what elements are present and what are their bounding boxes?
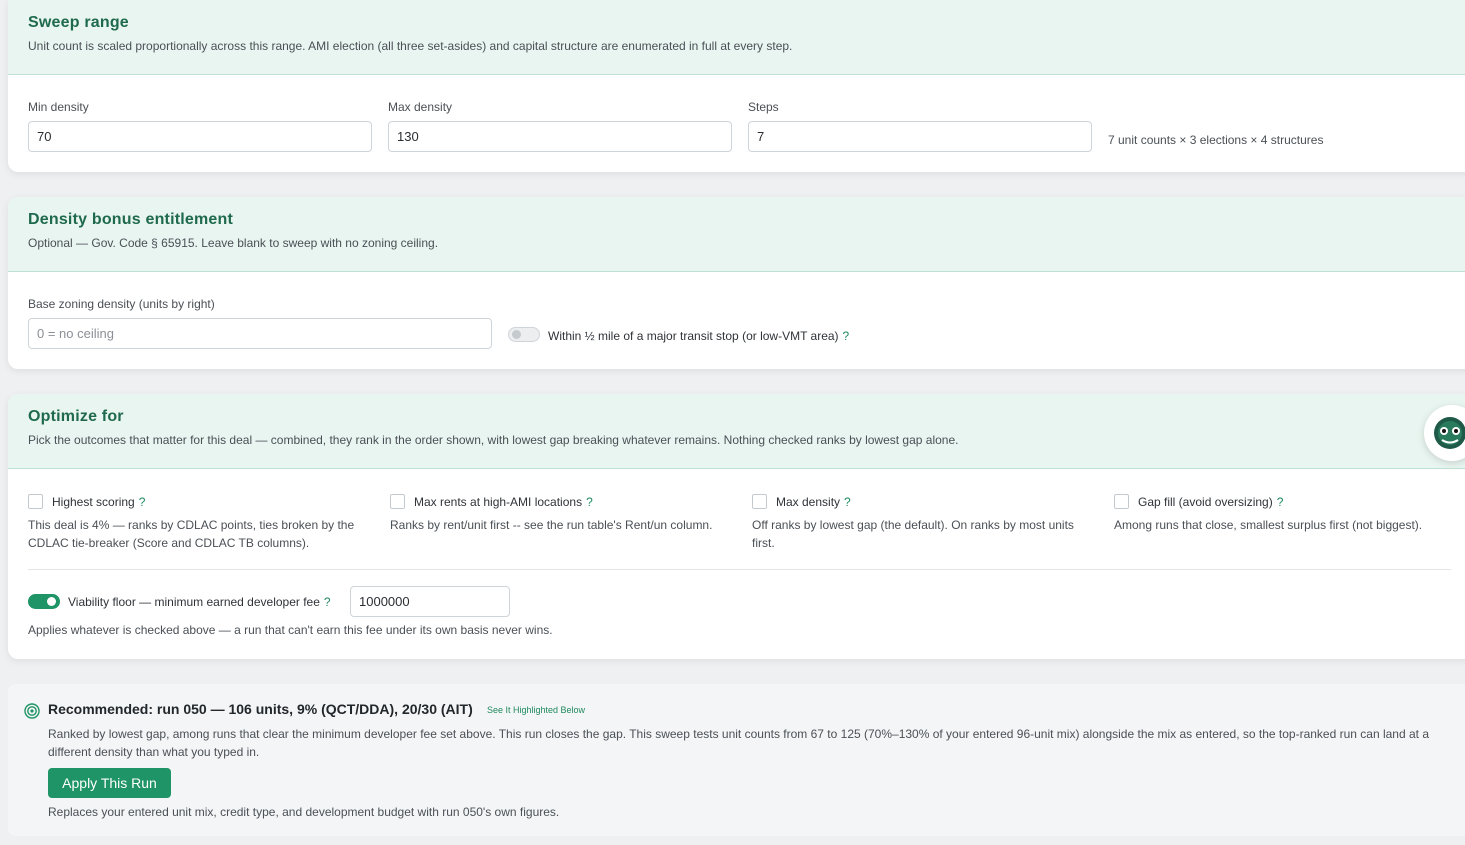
- gap-fill-desc: Among runs that close, smallest surplus …: [1114, 518, 1423, 532]
- viability-floor-toggle[interactable]: [28, 594, 60, 609]
- min-density-label: Min density: [28, 100, 89, 114]
- max-rents-label: Max rents at high-AMI locations?: [414, 495, 593, 509]
- sweep-summary: 7 unit counts × 3 elections × 4 structur…: [1108, 133, 1324, 147]
- viability-floor-note: Applies whatever is checked above — a ru…: [28, 623, 553, 637]
- density-bonus-title: Density bonus entitlement: [28, 211, 234, 228]
- optimize-header: Optimize for Pick the outcomes that matt…: [8, 394, 1465, 469]
- optimize-card: Optimize for Pick the outcomes that matt…: [8, 394, 1465, 659]
- highest-scoring-checkbox[interactable]: [28, 494, 43, 509]
- transit-label-text: Within ½ mile of a major transit stop (o…: [548, 329, 839, 343]
- viability-floor-label: Viability floor — minimum earned develop…: [68, 595, 331, 609]
- help-icon[interactable]: ?: [324, 595, 331, 609]
- recommendation-panel: Recommended: run 050 — 106 units, 9% (QC…: [8, 684, 1465, 836]
- sweep-range-card: Sweep range Unit count is scaled proport…: [8, 0, 1465, 172]
- recommendation-title: Recommended: run 050 — 106 units, 9% (QC…: [48, 701, 473, 717]
- min-density-input[interactable]: [28, 121, 372, 152]
- max-rents-checkbox[interactable]: [390, 494, 405, 509]
- sweep-range-title: Sweep range: [28, 14, 129, 31]
- steps-label: Steps: [748, 100, 779, 114]
- optimize-subtitle: Pick the outcomes that matter for this d…: [28, 433, 959, 447]
- option-label-text: Max density: [776, 495, 841, 509]
- help-icon[interactable]: ?: [844, 495, 851, 509]
- density-bonus-card: Density bonus entitlement Optional — Gov…: [8, 197, 1465, 369]
- base-zoning-label: Base zoning density (units by right): [28, 297, 215, 311]
- base-zoning-input[interactable]: [28, 318, 492, 349]
- chat-assistant-button[interactable]: [1424, 405, 1465, 461]
- option-label-text: Highest scoring: [52, 495, 135, 509]
- sweep-range-header: Sweep range Unit count is scaled proport…: [8, 0, 1465, 75]
- help-icon[interactable]: ?: [139, 495, 146, 509]
- max-density-desc: Off ranks by lowest gap (the default). O…: [752, 518, 1074, 550]
- max-rents-desc: Ranks by rent/unit first -- see the run …: [390, 518, 713, 532]
- option-label-text: Max rents at high-AMI locations: [414, 495, 583, 509]
- help-icon[interactable]: ?: [1277, 495, 1284, 509]
- developer-fee-input[interactable]: [350, 586, 510, 617]
- optimize-title: Optimize for: [28, 408, 124, 425]
- max-density-label: Max density?: [776, 495, 851, 509]
- floor-label-text: Viability floor — minimum earned develop…: [68, 595, 320, 609]
- density-bonus-subtitle: Optional — Gov. Code § 65915. Leave blan…: [28, 236, 439, 250]
- toggle-knob: [47, 597, 56, 606]
- highlight-link[interactable]: See It Highlighted Below: [487, 705, 585, 715]
- density-bonus-header: Density bonus entitlement Optional — Gov…: [8, 197, 1465, 272]
- apply-run-button[interactable]: Apply This Run: [48, 768, 171, 798]
- highest-scoring-desc: This deal is 4% — ranks by CDLAC points,…: [28, 518, 355, 550]
- transit-toggle-label: Within ½ mile of a major transit stop (o…: [548, 329, 849, 343]
- sweep-range-subtitle: Unit count is scaled proportionally acro…: [28, 39, 793, 53]
- steps-input[interactable]: [748, 121, 1092, 152]
- max-density-label: Max density: [388, 100, 453, 114]
- target-icon: [24, 703, 40, 719]
- help-icon[interactable]: ?: [586, 495, 593, 509]
- options-divider: [28, 569, 1451, 570]
- chat-assistant-icon: [1434, 417, 1465, 449]
- option-label-text: Gap fill (avoid oversizing): [1138, 495, 1273, 509]
- gap-fill-label: Gap fill (avoid oversizing)?: [1138, 495, 1283, 509]
- max-density-checkbox[interactable]: [752, 494, 767, 509]
- gap-fill-checkbox[interactable]: [1114, 494, 1129, 509]
- recommendation-footnote: Replaces your entered unit mix, credit t…: [48, 805, 560, 819]
- highest-scoring-label: Highest scoring?: [52, 495, 145, 509]
- transit-toggle[interactable]: [508, 327, 540, 342]
- help-icon[interactable]: ?: [843, 329, 850, 343]
- toggle-knob: [512, 330, 521, 339]
- recommendation-body: Ranked by lowest gap, among runs that cl…: [48, 727, 1430, 759]
- max-density-input[interactable]: [388, 121, 732, 152]
